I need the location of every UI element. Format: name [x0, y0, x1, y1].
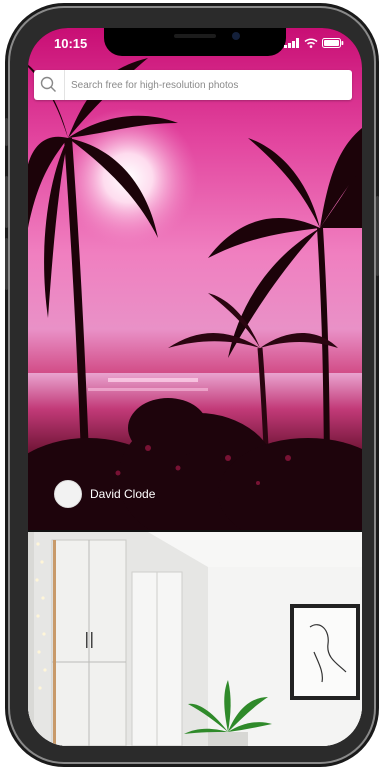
search-bar[interactable] — [34, 70, 352, 100]
author-name: David Clode — [90, 487, 156, 501]
speaker-grille — [174, 34, 216, 38]
photo-room-interior[interactable] — [28, 532, 362, 746]
status-icons — [284, 38, 344, 48]
search-icon — [40, 76, 56, 92]
signal-icon — [284, 38, 299, 48]
photo-palm-sunset[interactable]: David Clode — [28, 28, 362, 530]
search-input[interactable] — [71, 70, 352, 100]
palm-sunset-illustration — [28, 58, 362, 530]
volume-up-button — [5, 176, 8, 228]
wifi-icon — [304, 38, 318, 48]
notch — [104, 28, 286, 56]
mute-switch — [5, 118, 8, 146]
volume-down-button — [5, 238, 8, 290]
search-separator — [64, 70, 65, 100]
status-time: 10:15 — [54, 36, 88, 51]
phone-screen: David Clode 10:15 Search free for high-r… — [28, 28, 362, 746]
room-illustration — [28, 532, 362, 746]
power-button — [376, 196, 379, 276]
front-camera — [232, 32, 240, 40]
battery-icon — [322, 38, 344, 48]
photo-author[interactable]: David Clode — [54, 480, 155, 508]
author-avatar — [54, 480, 82, 508]
